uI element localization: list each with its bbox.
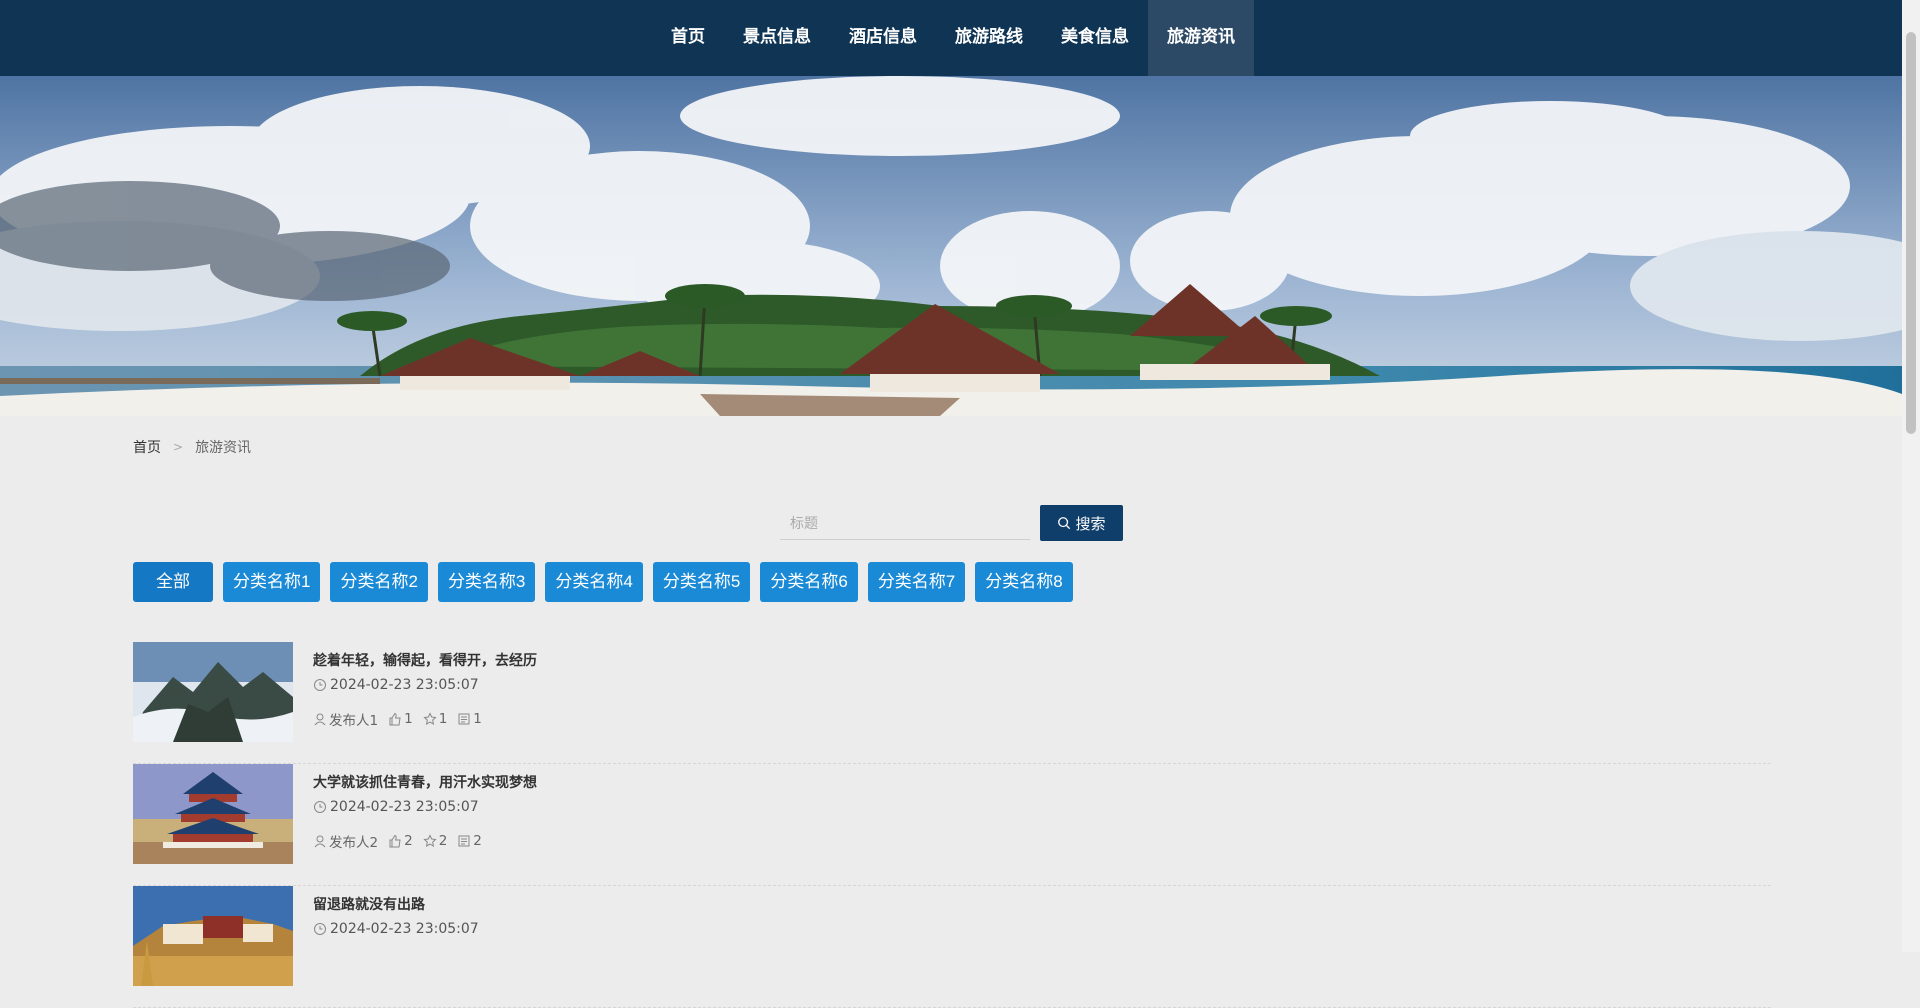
news-time: 2024-02-23 23:05:07 xyxy=(313,799,479,815)
potala-palace-image xyxy=(133,886,293,986)
news-author-name: 发布人1 xyxy=(329,713,379,729)
news-meta: 发布人2 2 2 2 xyxy=(313,831,482,851)
news-author: 发布人2 xyxy=(313,831,378,851)
news-comments-count: 2 xyxy=(473,833,482,849)
category-button[interactable]: 分类名称8 xyxy=(975,562,1073,602)
news-comments[interactable]: 1 xyxy=(457,711,482,727)
page-scrollbar[interactable] xyxy=(1902,0,1920,952)
news-thumbnail[interactable] xyxy=(133,886,293,986)
news-time: 2024-02-23 23:05:07 xyxy=(313,921,479,937)
beach-resort-illustration xyxy=(0,76,1902,416)
nav-item-hotels[interactable]: 酒店信息 xyxy=(830,0,936,76)
clock-icon xyxy=(314,679,326,691)
news-comments[interactable]: 2 xyxy=(457,833,482,849)
category-filter: 全部 分类名称1 分类名称2 分类名称3 分类名称4 分类名称5 分类名称6 分… xyxy=(133,562,1073,602)
clock-icon xyxy=(314,923,326,935)
breadcrumb-separator: > xyxy=(173,440,184,454)
news-title[interactable]: 留退路就没有出路 xyxy=(313,894,425,914)
nav-item-travel-news[interactable]: 旅游资讯 xyxy=(1148,0,1254,76)
news-thumbnail[interactable] xyxy=(133,764,293,864)
news-list-item[interactable]: 留退路就没有出路 2024-02-23 23:05:07 xyxy=(133,886,1771,1008)
news-list-item[interactable]: 趁着年轻，输得起，看得开，去经历 2024-02-23 23:05:07 发布人… xyxy=(133,642,1771,764)
user-icon xyxy=(314,835,326,848)
search-icon xyxy=(1058,517,1071,530)
nav-item-food[interactable]: 美食信息 xyxy=(1042,0,1148,76)
star-icon xyxy=(423,834,437,847)
news-author: 发布人1 xyxy=(313,709,378,729)
scrollbar-thumb[interactable] xyxy=(1906,32,1916,434)
news-comments-count: 1 xyxy=(473,711,482,727)
news-title[interactable]: 大学就该抓住青春，用汗水实现梦想 xyxy=(313,772,537,792)
category-button[interactable]: 分类名称2 xyxy=(330,562,428,602)
news-favorites[interactable]: 2 xyxy=(423,833,448,849)
news-time-text: 2024-02-23 23:05:07 xyxy=(330,921,479,937)
search-title-input[interactable] xyxy=(780,506,1030,540)
star-icon xyxy=(423,712,437,725)
search-button-label: 搜索 xyxy=(1075,515,1106,533)
category-button[interactable]: 分类名称5 xyxy=(652,562,751,602)
user-icon xyxy=(314,713,326,726)
news-likes-count: 2 xyxy=(404,833,413,849)
clock-icon xyxy=(314,801,326,813)
news-likes[interactable]: 2 xyxy=(388,833,413,849)
category-button[interactable]: 分类名称3 xyxy=(437,562,536,602)
news-title[interactable]: 趁着年轻，输得起，看得开，去经历 xyxy=(313,650,537,670)
news-thumbnail[interactable] xyxy=(133,642,293,742)
news-likes[interactable]: 1 xyxy=(388,711,413,727)
banner-image xyxy=(0,76,1902,416)
category-all-button[interactable]: 全部 xyxy=(133,562,213,602)
nav-item-scenic-spots[interactable]: 景点信息 xyxy=(724,0,830,76)
news-time-text: 2024-02-23 23:05:07 xyxy=(330,799,479,815)
news-favorites-count: 2 xyxy=(438,833,448,849)
category-button[interactable]: 分类名称1 xyxy=(223,562,321,602)
news-meta: 发布人1 1 1 1 xyxy=(313,709,482,729)
news-list-item[interactable]: 大学就该抓住青春，用汗水实现梦想 2024-02-23 23:05:07 发布人… xyxy=(133,764,1771,886)
breadcrumb-home-link[interactable]: 首页 xyxy=(133,437,161,457)
news-author-name: 发布人2 xyxy=(329,835,379,851)
news-list: 趁着年轻，输得起，看得开，去经历 2024-02-23 23:05:07 发布人… xyxy=(133,642,1771,1008)
comment-icon xyxy=(458,713,470,725)
category-button[interactable]: 分类名称4 xyxy=(545,562,643,602)
news-likes-count: 1 xyxy=(404,711,413,727)
news-favorites[interactable]: 1 xyxy=(423,711,448,727)
breadcrumb: 首页 > 旅游资讯 xyxy=(133,437,251,457)
nav-item-home[interactable]: 首页 xyxy=(652,0,724,76)
nav-item-travel-routes[interactable]: 旅游路线 xyxy=(936,0,1042,76)
thumb-up-icon xyxy=(389,712,401,726)
nav-menu: 首页 景点信息 酒店信息 旅游路线 美食信息 旅游资讯 xyxy=(0,0,1902,76)
news-time-text: 2024-02-23 23:05:07 xyxy=(330,677,479,693)
comment-icon xyxy=(458,835,470,847)
search-button[interactable]: 搜索 xyxy=(1040,505,1123,541)
mountain-clouds-image xyxy=(133,642,293,742)
breadcrumb-current: 旅游资讯 xyxy=(195,440,252,456)
category-button[interactable]: 分类名称6 xyxy=(760,562,858,602)
top-navbar: 首页 景点信息 酒店信息 旅游路线 美食信息 旅游资讯 xyxy=(0,0,1902,76)
thumb-up-icon xyxy=(389,834,401,848)
news-time: 2024-02-23 23:05:07 xyxy=(313,677,479,693)
category-button[interactable]: 分类名称7 xyxy=(867,562,966,602)
temple-of-heaven-image xyxy=(133,764,293,864)
news-favorites-count: 1 xyxy=(438,711,448,727)
